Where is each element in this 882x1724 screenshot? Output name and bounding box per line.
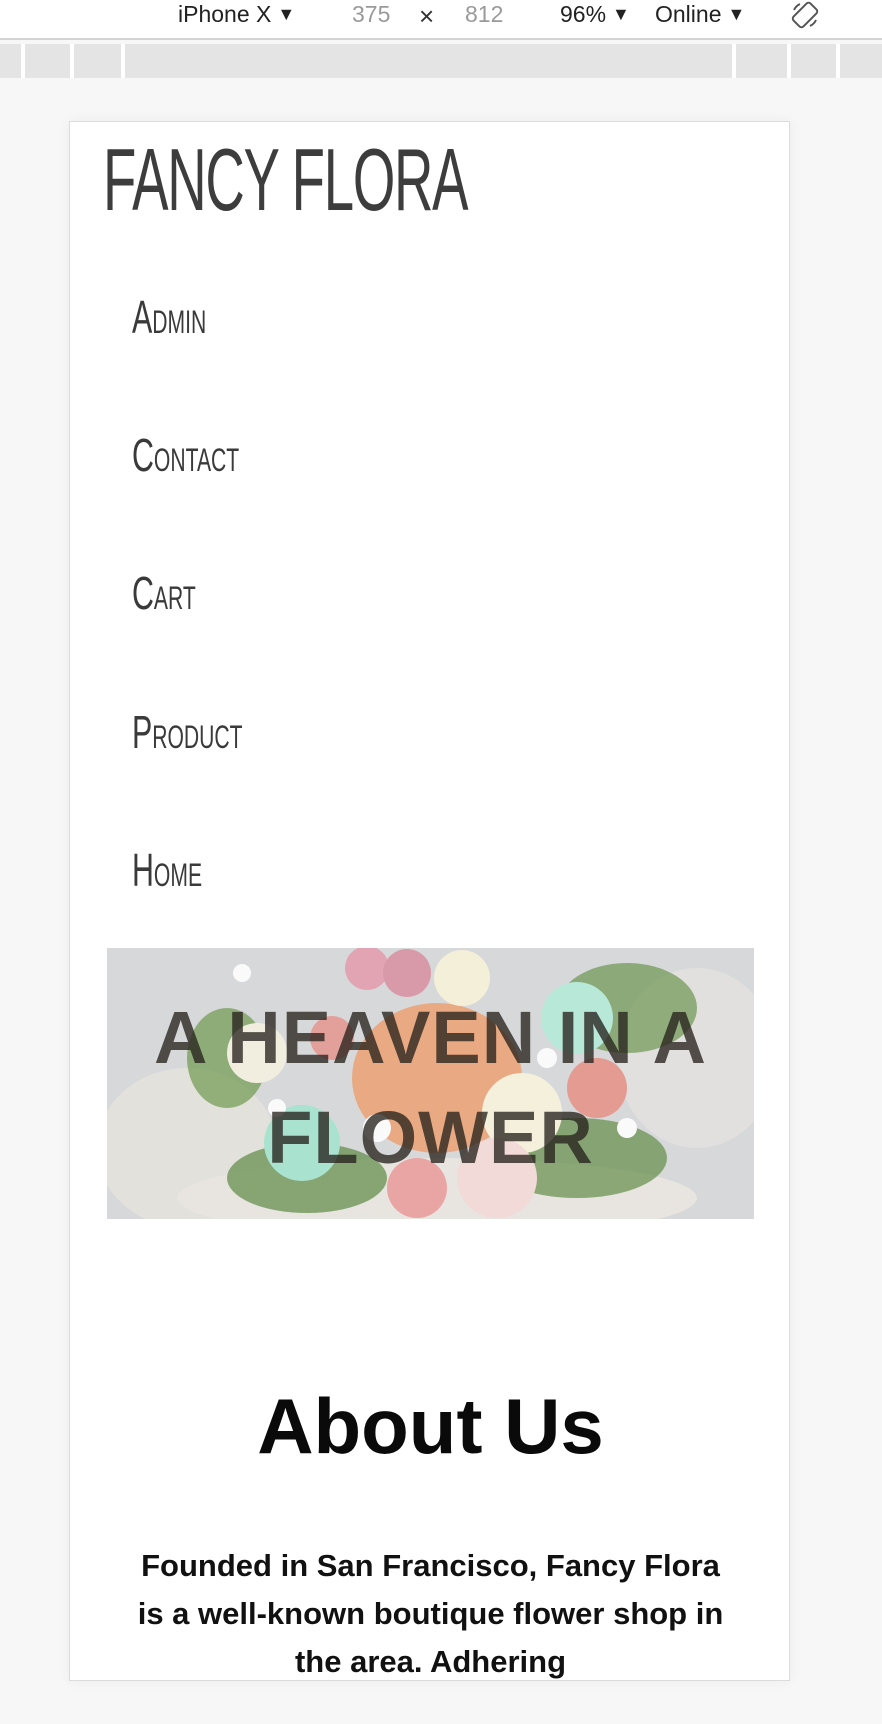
zoom-label: 96%: [560, 1, 607, 27]
height-input[interactable]: 812: [465, 0, 503, 30]
caret-down-icon: ▼: [727, 4, 746, 24]
device-viewport: FANCY FLORA Admin Contact Cart Product H…: [69, 121, 790, 1681]
nav-item-contact[interactable]: Contact: [132, 432, 239, 478]
devtools-toolbar: iPhone X ▼ 375 × 812 96% ▼ Online ▼: [0, 0, 882, 40]
rotate-device-icon[interactable]: [790, 0, 820, 30]
about-paragraph: Founded in San Francisco, Fancy Flora is…: [137, 1548, 724, 1679]
hero-heading-line2: FLOWER: [267, 1096, 594, 1179]
dimension-separator: ×: [419, 1, 435, 31]
zoom-select[interactable]: 96% ▼: [560, 0, 630, 30]
about-heading: About Us: [257, 1382, 604, 1470]
device-select[interactable]: iPhone X ▼: [178, 0, 295, 30]
hero-banner: A HEAVEN IN A FLOWER: [107, 948, 754, 1219]
network-select[interactable]: Online ▼: [655, 0, 745, 30]
hero-heading-line1: A HEAVEN IN A: [154, 996, 707, 1079]
nav-item-product[interactable]: Product: [132, 709, 243, 755]
nav-item-admin[interactable]: Admin: [132, 294, 206, 340]
nav-item-cart[interactable]: Cart: [132, 570, 196, 616]
device-label: iPhone X: [178, 1, 272, 27]
nav-item-home[interactable]: Home: [132, 847, 202, 893]
network-label: Online: [655, 1, 722, 27]
caret-down-icon: ▼: [612, 4, 630, 24]
caret-down-icon: ▼: [277, 4, 296, 24]
hero-heading: A HEAVEN IN A FLOWER: [107, 988, 754, 1188]
media-query-bar: [0, 44, 882, 78]
width-input[interactable]: 375: [352, 0, 390, 30]
site-logo[interactable]: FANCY FLORA: [103, 136, 469, 224]
